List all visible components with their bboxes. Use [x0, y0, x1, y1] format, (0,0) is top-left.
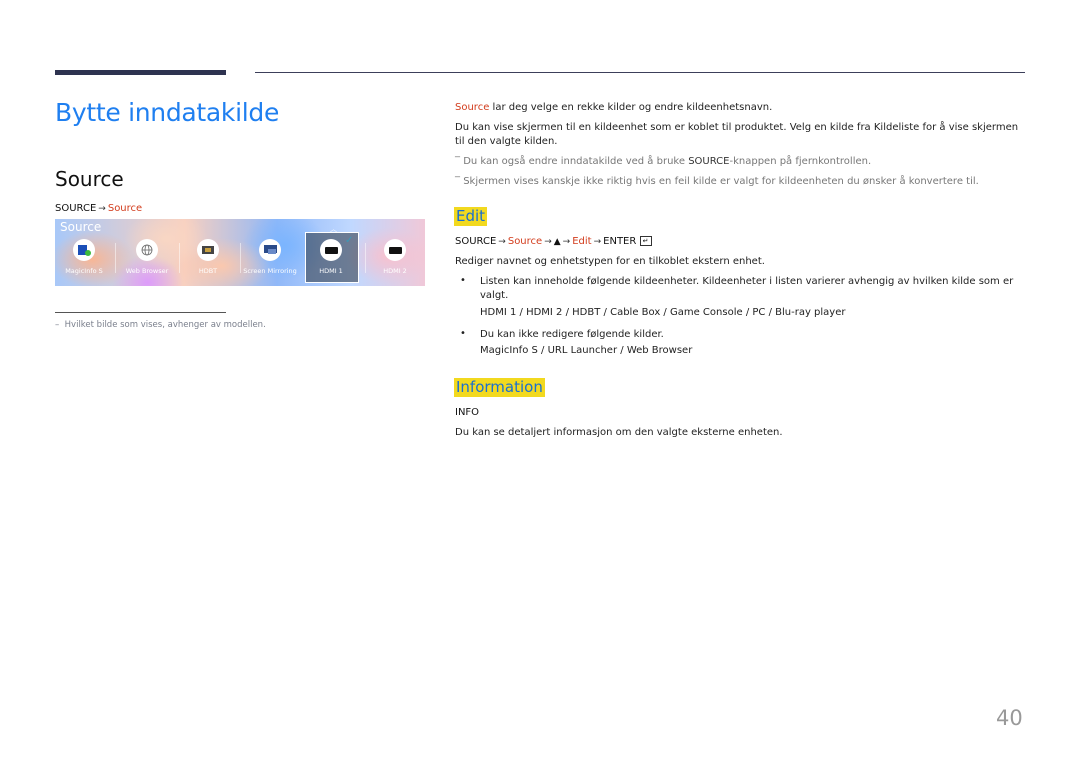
enter-key-icon: ↵ — [639, 236, 652, 246]
edit-bullet-1: Listen kan inneholde følgende kildeenhet… — [480, 276, 1014, 301]
source-item-hdmi2[interactable]: HDMI 2 — [364, 239, 425, 275]
source-banner-image: Source ︿ MagicInfo S Web Browser HDBT Sc… — [55, 219, 425, 286]
hdmi-icon — [384, 239, 406, 261]
note-display: ‾ Skjermen vises kanskje ikke riktig hvi… — [455, 176, 979, 187]
path-target-link[interactable]: Source — [108, 203, 142, 214]
edit-path: SOURCE → Source → ▲ → Edit → ENTER ↵ — [455, 236, 652, 247]
source-item-web-browser[interactable]: Web Browser — [116, 239, 178, 275]
globe-icon — [136, 239, 158, 261]
up-triangle-icon: ▲ — [553, 237, 561, 247]
arrow-icon: → — [544, 237, 552, 247]
source-item-magicinfo[interactable]: MagicInfo S — [55, 239, 115, 275]
source-path: SOURCE → Source — [55, 203, 142, 214]
banner-title: Source — [60, 220, 102, 234]
note-dash-icon: ‾ — [455, 156, 464, 167]
info-key: INFO — [455, 407, 480, 418]
arrow-icon: → — [562, 237, 571, 247]
arrow-icon: → — [498, 237, 506, 247]
path-key: SOURCE — [55, 203, 97, 214]
note-dash-icon: ‾ — [455, 176, 464, 187]
hdmi-icon — [320, 239, 342, 261]
magicinfo-icon — [73, 239, 95, 261]
editable-sources-list: HDMI 1 / HDMI 2 / HDBT / Cable Box / Gam… — [480, 307, 846, 318]
information-description: Du kan se detaljert informasjon om den v… — [455, 427, 783, 438]
non-editable-sources-list: MagicInfo S / URL Launcher / Web Browser — [480, 345, 693, 356]
edit-heading: Edit — [454, 207, 488, 226]
source-link[interactable]: Source — [455, 102, 489, 113]
arrow-icon: → — [98, 204, 106, 214]
bullet-icon: • — [460, 328, 466, 339]
header-rule-thick — [55, 70, 226, 75]
source-item-hdbt[interactable]: HDBT — [177, 239, 239, 275]
header-rule-thin — [255, 72, 1025, 73]
bullet-icon: • — [460, 275, 466, 286]
hdbt-port-icon — [197, 239, 219, 261]
source-item-screen-mirroring[interactable]: Screen Mirroring — [239, 239, 301, 275]
intro-paragraph: Source lar deg velge en rekke kilder og … — [455, 102, 773, 113]
section-title: Source — [55, 167, 124, 191]
chevron-up-icon: ︿ — [330, 225, 337, 233]
page-number: 40 — [996, 706, 1023, 730]
edit-bullet-2: Du kan ikke redigere følgende kilder. — [480, 329, 664, 340]
arrow-icon: → — [593, 237, 602, 247]
screen-mirroring-icon — [259, 239, 281, 261]
page-title: Bytte inndatakilde — [55, 98, 280, 127]
footnote: – Hvilket bilde som vises, avhenger av m… — [55, 320, 266, 330]
checkmark-icon: ✓ — [345, 235, 354, 246]
information-heading: Information — [454, 378, 545, 397]
note-remote: ‾ Du kan også endre inndatakilde ved å b… — [455, 156, 872, 167]
dash-icon: – — [55, 320, 65, 330]
footnote-divider — [55, 312, 226, 313]
edit-description: Rediger navnet og enhetstypen for en til… — [455, 256, 765, 267]
description-paragraph: Du kan vise skjermen til en kildeenhet s… — [455, 122, 1019, 147]
